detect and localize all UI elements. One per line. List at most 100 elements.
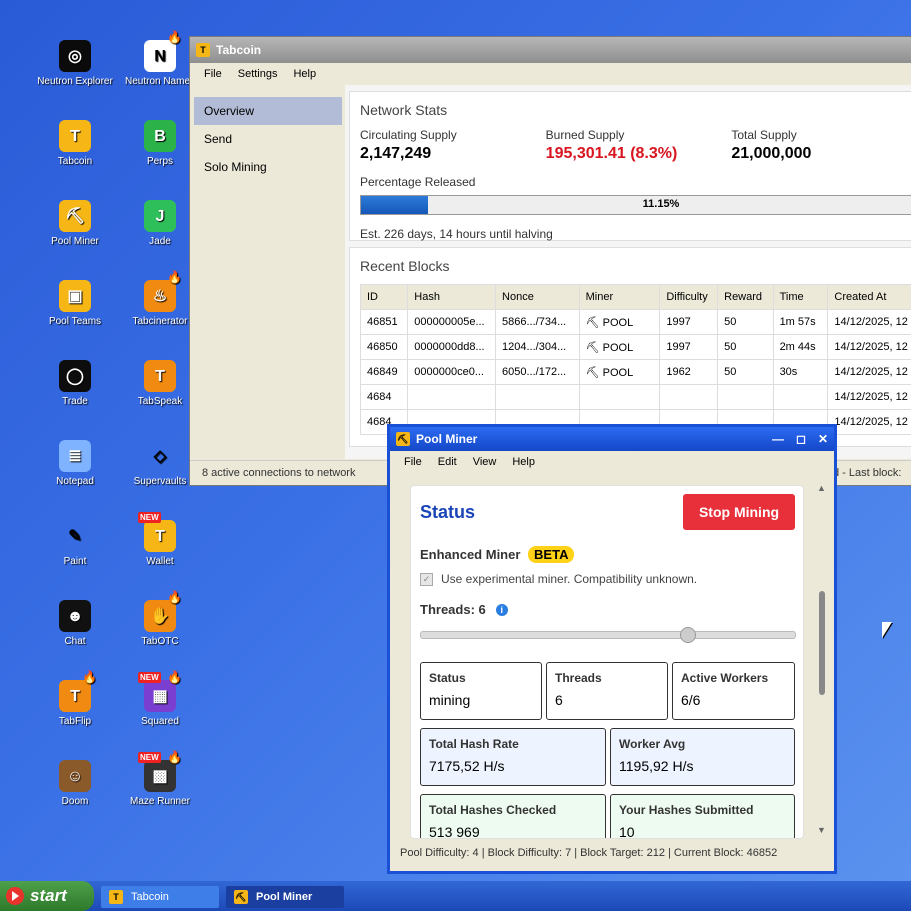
threads-slider[interactable] (420, 627, 796, 643)
sidebar-item-solo-mining[interactable]: Solo Mining (194, 153, 342, 181)
mouse-cursor-icon (882, 622, 892, 638)
desktop-icon-label: Neutron Names (124, 76, 196, 87)
table-cell: 50 (717, 359, 774, 385)
menu-settings[interactable]: Settings (230, 68, 286, 80)
flame-icon: 🔥 (167, 590, 182, 604)
desktop-icon-doom[interactable]: ☺ Doom (35, 760, 115, 807)
minimize-icon[interactable]: — (772, 432, 784, 446)
start-button[interactable]: start (0, 881, 94, 911)
task-tabcoin[interactable]: T Tabcoin (101, 886, 219, 908)
menu-file[interactable]: File (196, 68, 230, 80)
desktop-icon-maze-runner[interactable]: ▩ NEW 🔥 Maze Runner (120, 751, 200, 807)
handshake-icon: ✋ 🔥 (144, 591, 182, 632)
experimental-checkbox[interactable]: ✓ (420, 572, 433, 586)
desktop-icon-supervaults[interactable]: ◇ Supervaults (120, 440, 200, 487)
desktop-icon-notepad[interactable]: ≣ Notepad (35, 440, 115, 487)
desktop-icon-tabspeak[interactable]: T TabSpeak (120, 360, 200, 407)
scroll-thumb[interactable] (819, 591, 825, 695)
pool-menu-edit[interactable]: Edit (430, 456, 465, 468)
table-cell: 2m 44s (772, 334, 829, 360)
table-cell (407, 384, 497, 410)
desktop-icon-wallet[interactable]: T NEW Wallet (120, 512, 200, 567)
miner-name: POOL (602, 341, 634, 354)
desktop-icon-neutron-explorer[interactable]: ◎ Neutron Explorer (35, 40, 115, 87)
column-header-reward[interactable]: Reward (717, 284, 774, 310)
close-icon[interactable]: ✕ (818, 432, 828, 446)
table-cell: 46849 (359, 359, 409, 385)
flame-icon: 🔥 (167, 30, 182, 44)
table-cell: 1962 (659, 359, 719, 385)
pool-miner-app-icon: ⛏ (396, 432, 410, 446)
table-cell (578, 384, 661, 410)
sidebar-item-overview[interactable]: Overview (194, 97, 342, 125)
hashes-submitted-value: 10 (619, 824, 635, 839)
desktop-icon-jade[interactable]: J Jade (120, 200, 200, 247)
table-cell: 1997 (659, 334, 719, 360)
desktop-icon-label: Doom (61, 796, 89, 807)
pool-menu-help[interactable]: Help (504, 456, 543, 468)
table-row[interactable]: 4684 14/12/2025, 12 (359, 384, 911, 410)
pool-teams-icon: ▣ (59, 280, 91, 312)
column-header-difficulty[interactable]: Difficulty (659, 284, 719, 310)
table-row[interactable]: 46849 0000000ce0... 6050.../172... ⛏ POOL 19… (359, 359, 911, 385)
table-cell: 14/12/2025, 12 (827, 359, 911, 385)
column-header-nonce[interactable]: Nonce (495, 284, 580, 310)
network-stats-card: Network Stats Circulating Supply 2,147,2… (349, 91, 911, 241)
workers-card-value: 6/6 (681, 692, 701, 708)
hashes-checked-card: Total Hashes Checked 513 969 (420, 794, 606, 838)
threads-card: Threads 6 (546, 662, 668, 720)
tabcoin-titlebar[interactable]: T Tabcoin (190, 37, 911, 63)
sidebar-item-send[interactable]: Send (194, 125, 342, 153)
diamond-icon: ◇ (153, 447, 167, 465)
scroll-up-icon[interactable]: ▲ (817, 483, 826, 493)
table-row[interactable]: 46850 0000000dd8... 1204.../304... ⛏ POOL 19… (359, 334, 911, 360)
column-header-hash[interactable]: Hash (407, 284, 497, 310)
hashes-checked-label: Total Hashes Checked (429, 803, 557, 817)
table-row[interactable]: 46851 000000005e... 5866.../734... ⛏ POOL 19… (359, 309, 911, 335)
column-header-miner[interactable]: Miner (578, 284, 661, 310)
threads-slider-handle[interactable] (679, 627, 696, 643)
desktop-icon-pool-miner[interactable]: ⛏ Pool Miner (35, 200, 115, 247)
scroll-down-icon[interactable]: ▼ (817, 825, 826, 835)
desktop-icon-pool-teams[interactable]: ▣ Pool Teams (35, 280, 115, 327)
status-heading: Status (420, 502, 476, 522)
threads-card-value: 6 (555, 692, 563, 708)
table-cell (717, 384, 774, 410)
desktop-icon-neutron-names[interactable]: N 🔥 Neutron Names (120, 31, 200, 87)
desktop-icon-squared[interactable]: ▦ NEW 🔥 Squared (120, 671, 200, 727)
desktop-icon-paint[interactable]: ✎ Paint (35, 520, 115, 567)
desktop-icon-tabotc[interactable]: ✋ 🔥 TabOTC (120, 591, 200, 647)
table-cell: 14/12/2025, 12 (827, 409, 911, 435)
pool-miner-title: Pool Miner (416, 432, 478, 446)
pool-miner-titlebar[interactable]: ⛏ Pool Miner — ◻ ✕ (390, 427, 834, 451)
new-badge: NEW (138, 512, 161, 523)
desktop-icon-label: Chat (64, 636, 86, 647)
table-cell: 1m 57s (772, 309, 829, 335)
pool-menu-file[interactable]: File (396, 456, 430, 468)
task-pool-miner[interactable]: ⛏ Pool Miner (226, 886, 344, 908)
desktop-icon-trade[interactable]: ◯ Trade (35, 360, 115, 407)
maximize-icon[interactable]: ◻ (796, 432, 806, 446)
pool-statusbar: Pool Difficulty: 4 | Block Difficulty: 7… (400, 847, 778, 859)
info-icon[interactable]: i (495, 603, 508, 616)
desktop-icon-tabcinerator[interactable]: ♨ 🔥 Tabcinerator (120, 271, 200, 327)
stop-mining-button[interactable]: Stop Mining (683, 494, 795, 530)
desktop-icon-tabcoin[interactable]: T Tabcoin (35, 120, 115, 167)
column-header-created-at[interactable]: Created At (827, 284, 911, 310)
pool-menu-view[interactable]: View (465, 456, 505, 468)
column-header-time[interactable]: Time (772, 284, 829, 310)
connections-text: 8 active connections to network (202, 467, 356, 479)
column-header-id[interactable]: ID (359, 284, 409, 310)
pool-scrollbar[interactable]: ▲ ▼ (816, 483, 828, 835)
desktop-icon-chat[interactable]: ☻ Chat (35, 600, 115, 647)
perps-icon: B (144, 120, 176, 152)
desktop-icon-label: TabOTC (141, 636, 179, 647)
desktop-icon-tabflip[interactable]: T 🔥 TabFlip (35, 671, 115, 727)
enhanced-miner-label: Enhanced Miner BETA (420, 546, 575, 563)
taskbar: start T Tabcoin ⛏ Pool Miner (0, 881, 911, 911)
desktop-icon-label: Tabcinerator (132, 316, 188, 327)
new-badge: NEW (138, 752, 161, 763)
desktop-icon-perps[interactable]: B Perps (120, 120, 200, 167)
menu-help[interactable]: Help (285, 68, 324, 80)
table-cell: 4684 (359, 384, 409, 410)
